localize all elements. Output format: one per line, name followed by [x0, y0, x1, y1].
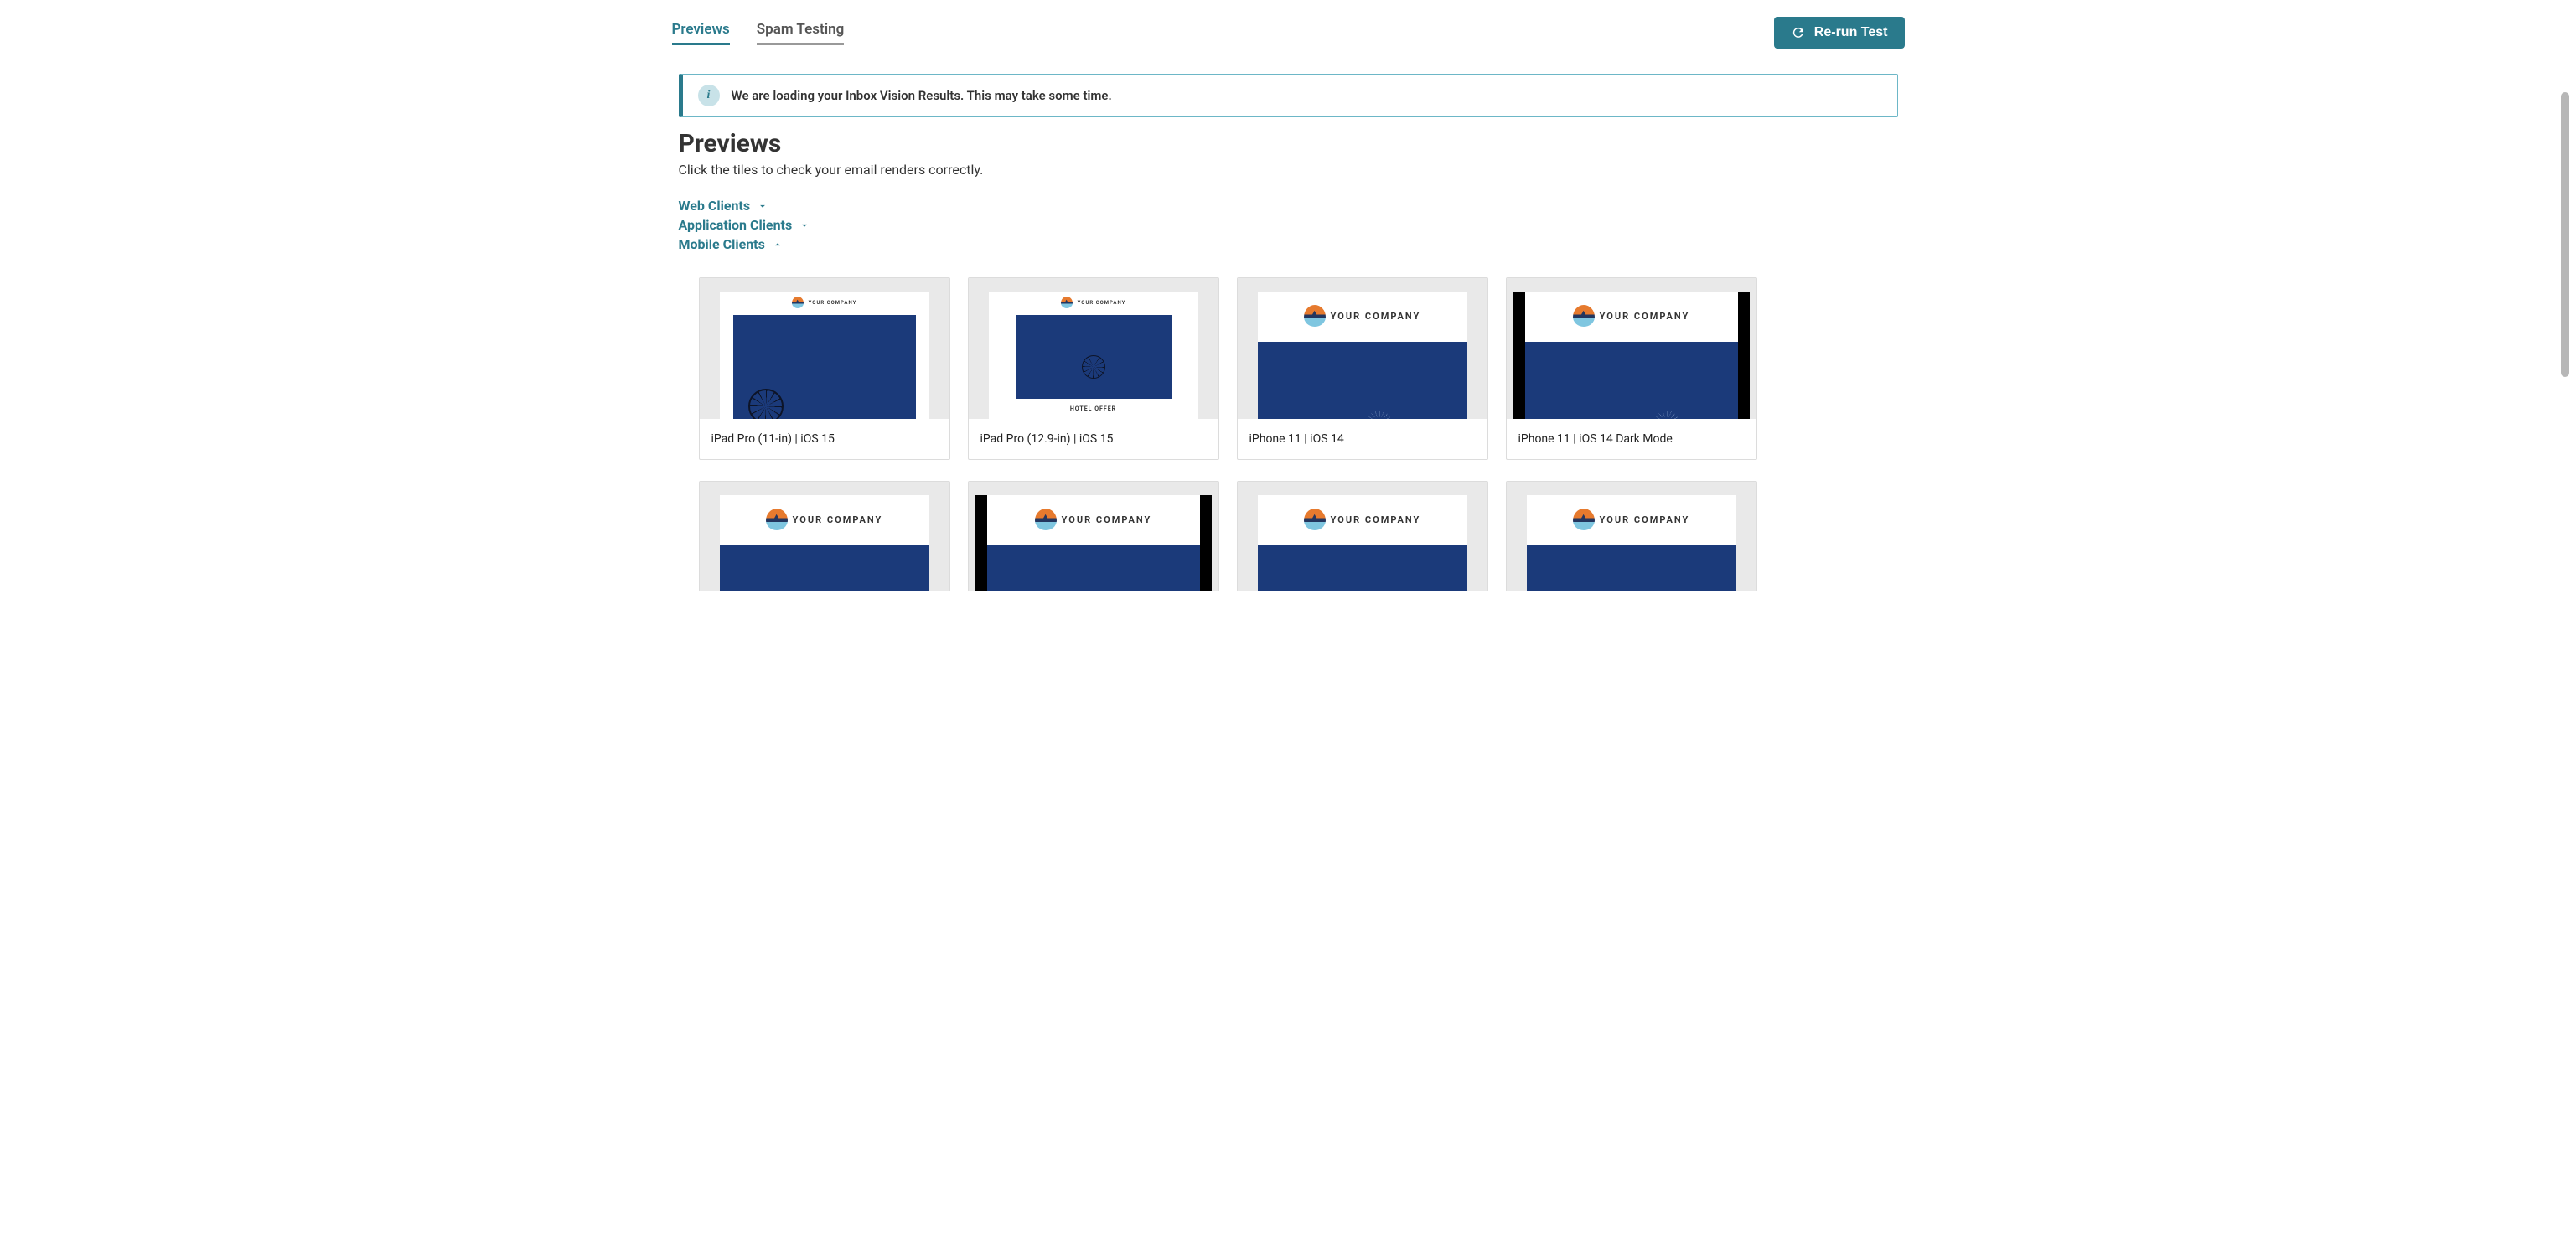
preview-thumbnail: YOUR COMPANY	[1238, 278, 1487, 419]
company-name: YOUR COMPANY	[1600, 514, 1690, 525]
category-app-label: Application Clients	[679, 217, 793, 233]
preview-tile-label: iPad Pro (12.9-in) | iOS 15	[969, 419, 1218, 459]
preview-tile[interactable]: YOUR COMPANY iPhone 11 | iOS 14 Dark Mod…	[1506, 277, 1757, 460]
page-subtitle: Click the tiles to check your email rend…	[679, 162, 1898, 178]
info-icon: i	[698, 85, 720, 106]
info-banner: i We are loading your Inbox Vision Resul…	[679, 74, 1898, 117]
tabs: Previews Spam Testing	[672, 21, 845, 45]
scrollbar-thumb[interactable]	[2561, 92, 2569, 377]
tab-spam-testing[interactable]: Spam Testing	[757, 21, 845, 45]
page-title: Previews	[679, 129, 1898, 158]
preview-tile[interactable]: YOUR COMPANY	[699, 481, 950, 591]
company-name: YOUR COMPANY	[1331, 311, 1421, 322]
preview-tile-label: iPad Pro (11-in) | iOS 15	[700, 419, 949, 459]
company-logo-icon	[1061, 297, 1073, 308]
category-web-label: Web Clients	[679, 198, 751, 214]
scrollbar[interactable]	[2561, 84, 2571, 436]
preview-tile-label: iPhone 11 | iOS 14 Dark Mode	[1507, 419, 1756, 459]
info-banner-text: We are loading your Inbox Vision Results…	[732, 88, 1112, 103]
chevron-down-icon	[799, 219, 810, 231]
company-name: YOUR COMPANY	[1331, 514, 1421, 525]
category-links: Web Clients Application Clients Mobile C…	[679, 198, 1898, 256]
refresh-icon	[1791, 25, 1806, 40]
category-mobile-clients[interactable]: Mobile Clients	[679, 236, 784, 252]
preview-thumbnail: YOUR COMPANY	[969, 482, 1218, 591]
category-application-clients[interactable]: Application Clients	[679, 217, 811, 233]
preview-tile[interactable]: YOUR COMPANY iPhone 11 | iOS 14	[1237, 277, 1488, 460]
preview-thumbnail: YOUR COMPANY	[1507, 482, 1756, 591]
company-name: YOUR COMPANY	[809, 300, 857, 306]
company-logo-icon	[1573, 509, 1595, 530]
preview-thumbnail: YOUR COMPANY	[700, 482, 949, 591]
rerun-test-label: Re-run Test	[1814, 25, 1888, 40]
preview-tile-label: iPhone 11 | iOS 14	[1238, 419, 1487, 459]
thumb-caption: HOTEL OFFER	[989, 405, 1198, 412]
preview-thumbnail: YOUR COMPANY HOTEL OFFER	[969, 278, 1218, 419]
preview-tile[interactable]: YOUR COMPANY	[968, 481, 1219, 591]
company-name: YOUR COMPANY	[1078, 300, 1126, 306]
company-name: YOUR COMPANY	[1062, 514, 1152, 525]
preview-thumbnail: YOUR COMPANY	[1507, 278, 1756, 419]
chevron-down-icon	[757, 200, 768, 212]
preview-thumbnail: YOUR COMPANY	[700, 278, 949, 419]
preview-tile[interactable]: YOUR COMPANY iPad Pro (11-in) | iOS 15	[699, 277, 950, 460]
company-logo-icon	[1035, 509, 1057, 530]
company-name: YOUR COMPANY	[793, 514, 883, 525]
company-logo-icon	[792, 297, 804, 308]
company-logo-icon	[1573, 305, 1595, 327]
preview-tile[interactable]: YOUR COMPANY	[1506, 481, 1757, 591]
company-logo-icon	[1304, 509, 1326, 530]
category-mobile-label: Mobile Clients	[679, 236, 765, 252]
preview-grid: YOUR COMPANY iPad Pro (11-in) | iOS 15	[679, 277, 1898, 591]
preview-tile[interactable]: YOUR COMPANY HOTEL OFFER iPad Pro (12.9-…	[968, 277, 1219, 460]
category-web-clients[interactable]: Web Clients	[679, 198, 769, 214]
chevron-up-icon	[772, 239, 784, 250]
rerun-test-button[interactable]: Re-run Test	[1774, 17, 1905, 49]
company-logo-icon	[1304, 305, 1326, 327]
tab-previews[interactable]: Previews	[672, 21, 730, 45]
company-logo-icon	[766, 509, 788, 530]
preview-tile[interactable]: YOUR COMPANY	[1237, 481, 1488, 591]
company-name: YOUR COMPANY	[1600, 311, 1690, 322]
preview-thumbnail: YOUR COMPANY	[1238, 482, 1487, 591]
